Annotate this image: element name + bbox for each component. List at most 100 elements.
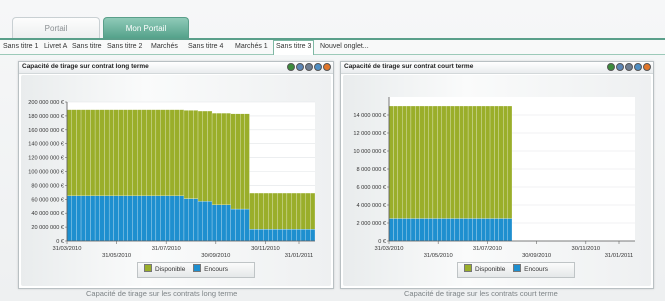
bar-disponible [489, 105, 495, 219]
bar-encours [498, 218, 504, 242]
widget-caption: Capacité de tirage sur les contrats long… [86, 289, 238, 298]
close-icon[interactable] [643, 63, 651, 71]
bar-disponible [410, 105, 416, 219]
bar-disponible [291, 192, 297, 230]
bar-encours [268, 229, 274, 242]
sub-tab-marches-1[interactable]: Marchés 1 [235, 41, 268, 53]
bar-disponible [459, 105, 464, 219]
bar-disponible [406, 105, 412, 219]
y-tick-label: 0 € [56, 239, 65, 245]
bar-disponible [118, 109, 124, 196]
bar-encours [104, 195, 110, 242]
y-tick-label: 120 000 000 € [28, 156, 65, 162]
bar-disponible [296, 192, 302, 230]
legend-item-disponible: Disponible [144, 263, 185, 277]
bar-encours [450, 218, 456, 242]
sub-tab-marches[interactable]: Marchés [151, 41, 178, 53]
bar-disponible [71, 109, 77, 196]
bar-encours [485, 218, 491, 242]
y-tick-label: 60 000 000 € [31, 197, 65, 203]
bar-encours [441, 218, 447, 242]
bar-encours [165, 195, 171, 242]
refresh-icon[interactable] [287, 63, 295, 71]
bar-encours [235, 208, 241, 242]
bar-encours [71, 195, 77, 242]
bar-encours [415, 218, 420, 242]
chart-legend: Disponible Encours [457, 262, 575, 278]
chart-icon[interactable] [296, 63, 304, 71]
bar-encours [476, 218, 482, 242]
y-tick-label: 0 € [378, 239, 387, 245]
bar-encours [467, 218, 473, 242]
bar-encours [503, 218, 508, 242]
bar-disponible [230, 113, 236, 210]
bar-encours [151, 195, 157, 242]
x-tick-label: 31/03/2010 [374, 246, 403, 252]
bar-disponible [450, 105, 456, 219]
chart-legend: Disponible Encours [137, 262, 255, 278]
x-tick-label: 31/05/2010 [102, 253, 131, 259]
bar-encours [463, 218, 469, 242]
bar-encours [108, 195, 114, 242]
portal-tab-mon-portail[interactable]: Mon Portail [103, 17, 189, 40]
bar-encours [300, 229, 306, 242]
sub-tab-sans-titre-4[interactable]: Sans titre 4 [188, 41, 223, 53]
widget-header: Capacité de tirage sur contrat court ter… [341, 62, 653, 74]
settings-icon[interactable] [305, 63, 313, 71]
bar-encours [197, 201, 203, 242]
bar-encours [94, 195, 100, 242]
y-tick-label: 2 000 000 € [356, 221, 386, 227]
bar-disponible [424, 105, 429, 219]
maximize-icon[interactable] [314, 63, 322, 71]
bar-disponible [485, 105, 491, 219]
bar-disponible [428, 105, 434, 219]
bar-encours [80, 195, 86, 242]
sub-tab-sans-titre-1[interactable]: Sans titre 1 [3, 41, 38, 53]
settings-icon[interactable] [625, 63, 633, 71]
bar-disponible [188, 110, 194, 199]
bar-disponible [481, 105, 486, 219]
bar-disponible [441, 105, 447, 219]
bar-disponible [507, 105, 513, 219]
bar-disponible [99, 109, 105, 196]
bar-encours [481, 218, 486, 242]
sub-tab-nouvel-onglet[interactable]: Nouvel onglet... [320, 41, 369, 53]
x-tick-label: 30/11/2010 [572, 246, 601, 252]
bar-encours [472, 218, 477, 242]
bar-disponible [160, 109, 166, 196]
bar-disponible [179, 109, 185, 196]
legend-swatch [193, 264, 202, 272]
close-icon[interactable] [323, 63, 331, 71]
bar-encours [454, 218, 460, 242]
sub-tab-livret-a[interactable]: Livret A [44, 41, 67, 53]
bar-disponible [454, 105, 460, 219]
chart-icon[interactable] [616, 63, 624, 71]
bar-encours [132, 195, 138, 242]
bar-disponible [197, 110, 203, 202]
bar-encours [393, 218, 398, 242]
bar-encours [221, 204, 227, 242]
widget-body: 0 € 2 000 000 € 4 000 000 € 6 000 000 € 8 00… [343, 75, 651, 286]
bar-disponible [137, 109, 142, 196]
portal-tab-portail[interactable]: Portail [12, 17, 100, 39]
bar-encours [291, 229, 297, 242]
bar-encours [277, 229, 283, 242]
legend-label: Disponible [475, 266, 506, 273]
y-tick-label: 8 000 000 € [356, 167, 386, 173]
bar-encours [507, 218, 513, 242]
y-tick-label: 160 000 000 € [28, 128, 65, 134]
maximize-icon[interactable] [634, 63, 642, 71]
sub-tab-sans-titre-3[interactable]: Sans titre 3 [273, 40, 315, 55]
bar-encours [406, 218, 412, 242]
x-tick-label: 31/01/2011 [605, 253, 634, 259]
x-tick-label: 31/07/2010 [473, 246, 502, 252]
bar-encours [160, 195, 166, 242]
widget-caption: Capacité de tirage sur les contrats cour… [404, 289, 558, 298]
refresh-icon[interactable] [607, 63, 615, 71]
bar-encours [263, 229, 269, 242]
bar-encours [146, 195, 152, 242]
sub-tab-sans-titre-2[interactable]: Sans titre 2 [107, 41, 142, 53]
sub-tab-sans-titre[interactable]: Sans titre [72, 41, 102, 53]
bar-disponible [503, 105, 508, 219]
bar-disponible [183, 110, 189, 199]
